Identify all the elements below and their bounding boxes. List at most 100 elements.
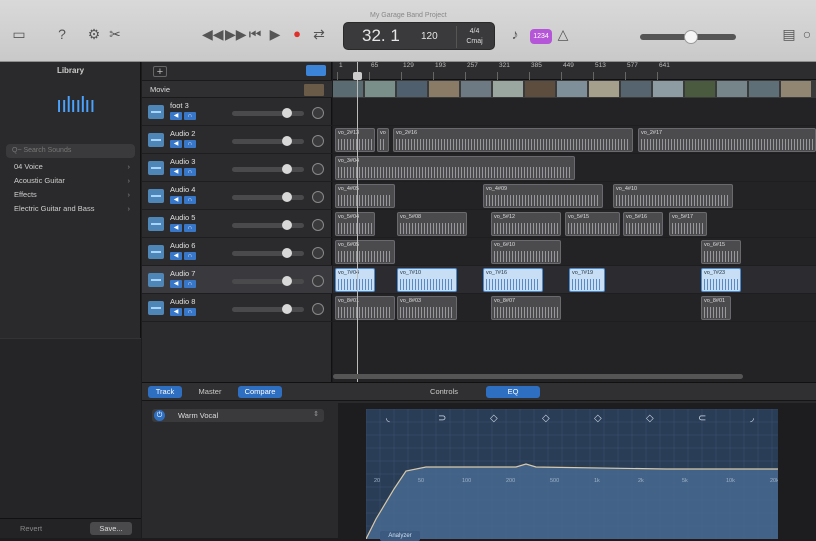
- mute-icon[interactable]: ◀: [170, 112, 182, 120]
- audio-region[interactable]: vo_7#10: [397, 268, 457, 292]
- eq-graph[interactable]: ◟ ⊃ ◇ ◇ ◇ ◇ ⊂ ◞ 20 50 100 200 500 1k 2k 5k 10k 20k: [366, 409, 778, 539]
- library-item-electric-guitar[interactable]: Electric Guitar and Bass ›: [14, 204, 134, 216]
- pan-knob[interactable]: [312, 135, 324, 147]
- audio-region[interactable]: vo_6#05: [335, 240, 395, 264]
- headphones-icon[interactable]: ∩: [184, 252, 196, 260]
- analyzer-button[interactable]: Analyzer: [380, 531, 420, 541]
- mute-icon[interactable]: ◀: [170, 224, 182, 232]
- tab-controls[interactable]: Controls: [418, 386, 470, 398]
- track-volume-knob[interactable]: [282, 276, 292, 286]
- fast-forward-icon[interactable]: ▶▶: [225, 24, 247, 44]
- audio-region[interactable]: vo_7#19: [569, 268, 605, 292]
- audio-region[interactable]: vo_6#10: [491, 240, 561, 264]
- pan-knob[interactable]: [312, 163, 324, 175]
- library-item-acoustic-guitar[interactable]: Acoustic Guitar ›: [14, 176, 134, 188]
- audio-region[interactable]: vo_6#15: [701, 240, 741, 264]
- pan-knob[interactable]: [312, 275, 324, 287]
- audio-region[interactable]: vo_5#16: [623, 212, 663, 236]
- headphones-icon[interactable]: ∩: [184, 280, 196, 288]
- track-volume-slider[interactable]: [232, 139, 304, 144]
- track-volume-knob[interactable]: [282, 136, 292, 146]
- eq-band-handle-icon[interactable]: ◇: [490, 413, 498, 424]
- cycle-icon[interactable]: ⇄: [312, 24, 326, 44]
- pan-knob[interactable]: [312, 303, 324, 315]
- audio-region[interactable]: vo_7#04: [335, 268, 375, 292]
- audio-region[interactable]: vo_3#04: [335, 156, 575, 180]
- track-header[interactable]: Audio 3 ◀ ∩: [142, 154, 332, 182]
- track-header[interactable]: Audio 4 ◀ ∩: [142, 182, 332, 210]
- pan-knob[interactable]: [312, 247, 324, 259]
- save-button[interactable]: Save...: [90, 522, 132, 535]
- timeline-ruler[interactable]: 1 65 129 193 257 321 385 449 513 577 641: [333, 62, 816, 80]
- eq-band-handle-icon[interactable]: ◇: [542, 413, 550, 424]
- audio-region[interactable]: vo_5#04: [335, 212, 375, 236]
- track-volume-slider[interactable]: [232, 111, 304, 116]
- track-volume-knob[interactable]: [282, 108, 292, 118]
- playhead[interactable]: [357, 62, 358, 382]
- editors-icon[interactable]: ✂: [108, 24, 122, 44]
- library-item-effects[interactable]: Effects ›: [14, 190, 134, 202]
- help-icon[interactable]: ?: [52, 24, 72, 44]
- rewind-icon[interactable]: ◀◀: [202, 24, 224, 44]
- track-volume-slider[interactable]: [232, 223, 304, 228]
- headphones-icon[interactable]: ∩: [184, 308, 196, 316]
- library-search-input[interactable]: Q~ Search Sounds: [6, 144, 135, 158]
- headphones-icon[interactable]: ∩: [184, 224, 196, 232]
- count-in-button[interactable]: 1234: [530, 29, 552, 44]
- eq-band-handle-icon[interactable]: ⊂: [698, 413, 706, 424]
- audio-region[interactable]: vo_8#01: [701, 296, 731, 320]
- headphones-icon[interactable]: ∩: [184, 112, 196, 120]
- play-icon[interactable]: ▶: [268, 24, 282, 44]
- track-header[interactable]: Audio 6 ◀ ∩: [142, 238, 332, 266]
- metronome-icon[interactable]: △: [556, 24, 570, 44]
- eq-band-handle-icon[interactable]: ◇: [646, 413, 654, 424]
- audio-region[interactable]: vo_4#09: [483, 184, 603, 208]
- track-volume-knob[interactable]: [282, 192, 292, 202]
- go-to-beginning-icon[interactable]: ⏮: [248, 24, 262, 44]
- audio-region[interactable]: vo_7#23: [701, 268, 741, 292]
- track-volume-slider[interactable]: [232, 251, 304, 256]
- eq-band-handle-icon[interactable]: ◇: [594, 413, 602, 424]
- audio-region[interactable]: vo_5#12: [491, 212, 561, 236]
- track-volume-slider[interactable]: [232, 167, 304, 172]
- mute-icon[interactable]: ◀: [170, 252, 182, 260]
- audio-region[interactable]: vo: [377, 128, 389, 152]
- audio-region[interactable]: vo_5#17: [669, 212, 707, 236]
- catch-playhead-button[interactable]: [306, 65, 326, 76]
- tab-master[interactable]: Master: [190, 386, 230, 398]
- headphones-icon[interactable]: ∩: [184, 140, 196, 148]
- track-header[interactable]: Audio 7 ◀ ∩: [142, 266, 332, 294]
- audio-region[interactable]: vo_2#16: [393, 128, 633, 152]
- eq-band-handle-icon[interactable]: ◟: [386, 413, 390, 424]
- smart-controls-icon[interactable]: ⚙: [84, 24, 104, 44]
- eq-band-handle-icon[interactable]: ⊃: [438, 413, 446, 424]
- mute-icon[interactable]: ◀: [170, 280, 182, 288]
- master-volume-knob[interactable]: [684, 30, 698, 44]
- track-volume-knob[interactable]: [282, 220, 292, 230]
- notepad-icon[interactable]: ▤: [782, 24, 796, 44]
- audio-region[interactable]: vo_8#01: [335, 296, 395, 320]
- track-volume-slider[interactable]: [232, 279, 304, 284]
- track-volume-knob[interactable]: [282, 304, 292, 314]
- add-track-button[interactable]: +: [153, 66, 167, 78]
- revert-button[interactable]: Revert: [20, 524, 42, 533]
- audio-region[interactable]: vo_7#16: [483, 268, 543, 292]
- track-volume-slider[interactable]: [232, 307, 304, 312]
- record-icon[interactable]: ●: [290, 24, 304, 44]
- audio-region[interactable]: vo_8#07: [491, 296, 561, 320]
- track-volume-knob[interactable]: [282, 164, 292, 174]
- movie-track-header[interactable]: Movie: [142, 80, 332, 98]
- track-lane[interactable]: [333, 238, 816, 266]
- audio-region[interactable]: vo_2#13: [335, 128, 375, 152]
- track-header[interactable]: foot 3 ◀ ∩: [142, 98, 332, 126]
- track-volume-knob[interactable]: [282, 248, 292, 258]
- track-header[interactable]: Audio 8 ◀ ∩: [142, 294, 332, 322]
- lcd-time-signature[interactable]: 4/4 Cmaj: [456, 26, 492, 48]
- tab-eq[interactable]: EQ: [486, 386, 540, 398]
- audio-region[interactable]: vo_5#08: [397, 212, 467, 236]
- power-icon[interactable]: ⏻: [154, 410, 165, 421]
- playhead-handle[interactable]: [353, 72, 362, 80]
- track-header[interactable]: Audio 5 ◀ ∩: [142, 210, 332, 238]
- preset-selector[interactable]: ⏻ Warm Vocal ⇕: [152, 409, 324, 422]
- audio-region[interactable]: vo_5#15: [565, 212, 620, 236]
